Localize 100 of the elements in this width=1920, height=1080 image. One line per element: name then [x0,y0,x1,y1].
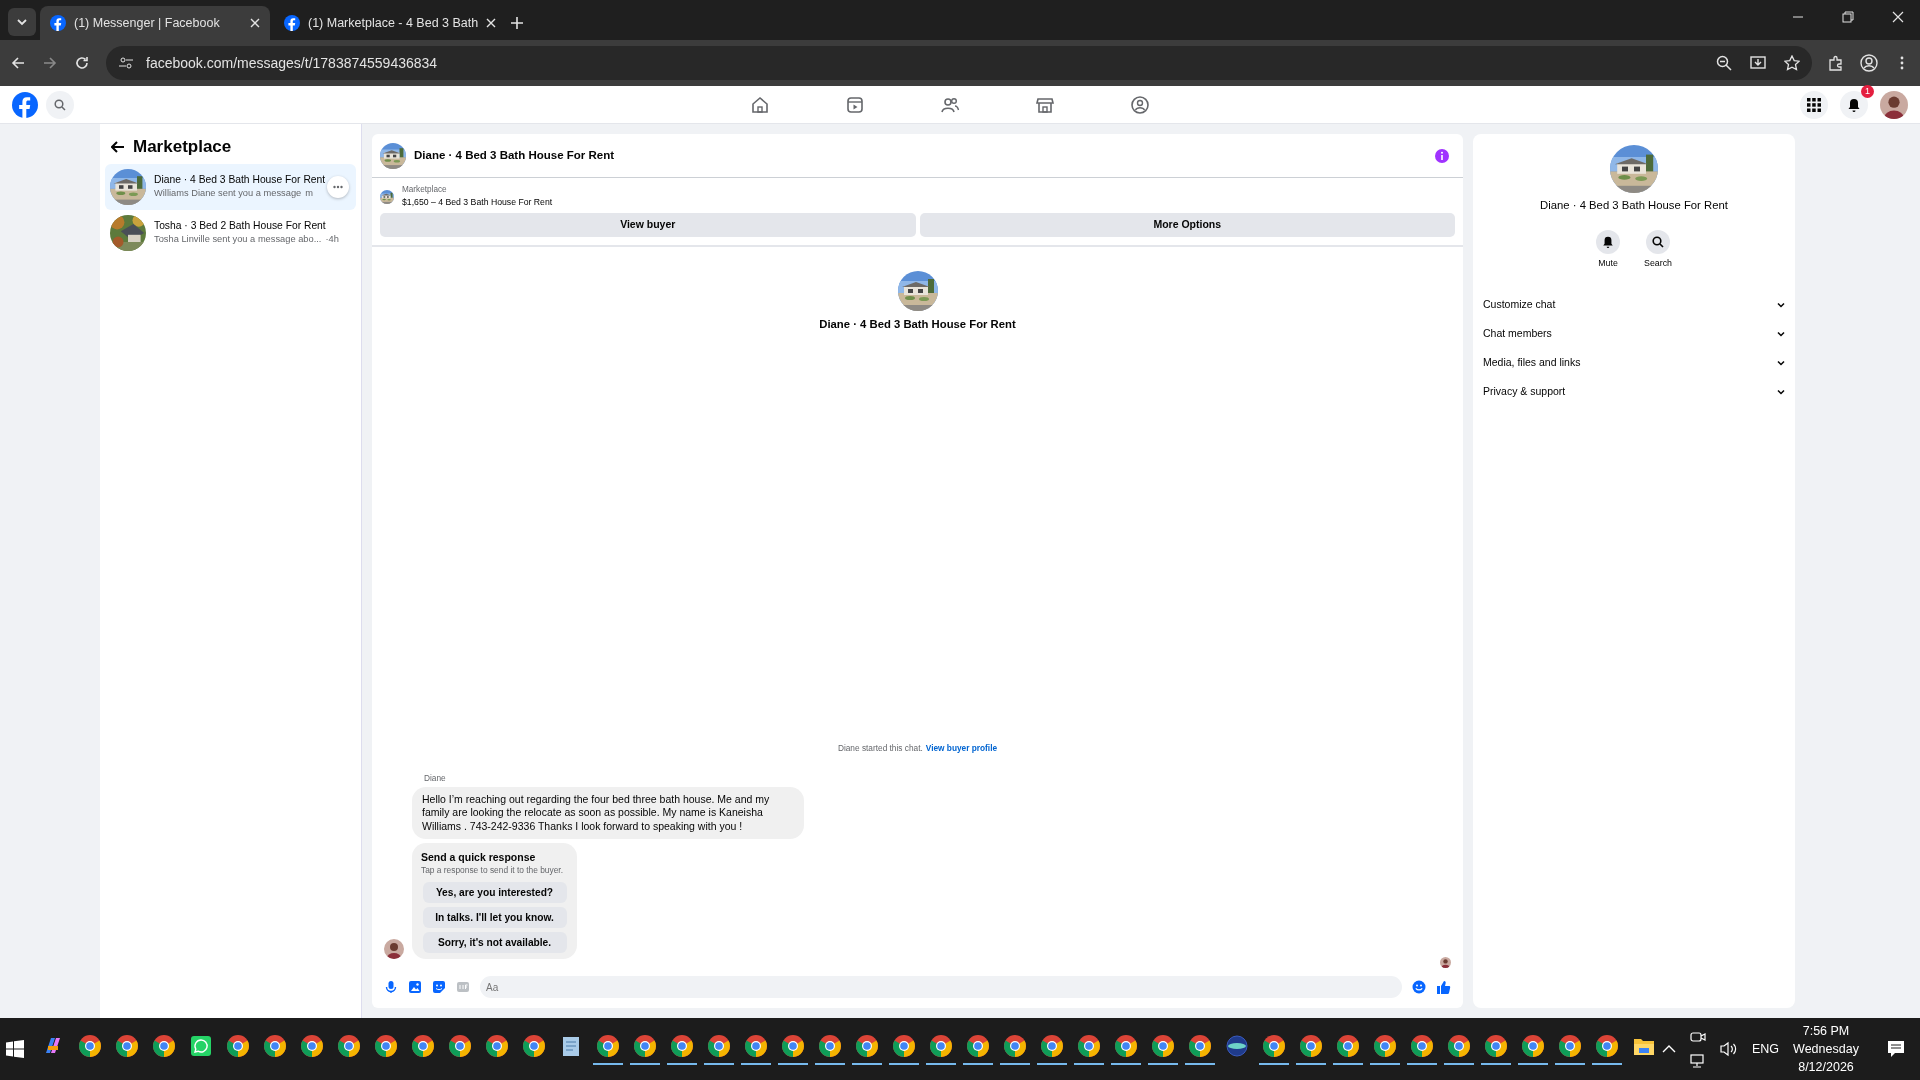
chrome-icon [410,1033,435,1058]
chrome-icon [1520,1033,1545,1058]
chrome-icon [262,1033,287,1058]
section-toggle[interactable]: Customize chat [1483,290,1785,320]
group-icon[interactable] [1130,94,1150,115]
chrome-icon [817,1033,842,1058]
seen-avatar [1440,957,1451,968]
emoji-icon[interactable] [1412,980,1426,994]
chrome-icon [114,1033,139,1058]
quick-response-title: Send a quick response [421,851,537,866]
home-icon[interactable] [750,94,770,115]
sender-name: Diane [424,772,447,785]
message-input[interactable]: Aa [480,976,1402,998]
message-time: ·4h [325,233,339,247]
chrome-icon [891,1033,916,1058]
chrome-icon [447,1033,472,1058]
more-icon [333,184,344,189]
chrome-icon [1483,1033,1508,1058]
chrome-icon [1335,1033,1360,1058]
search-icon [54,98,66,111]
close-icon[interactable] [486,18,497,28]
chrome-icon [1113,1033,1138,1058]
restore-icon[interactable] [1842,11,1854,23]
profile-icon[interactable] [1860,54,1878,72]
facebook-logo[interactable] [284,15,300,31]
apps-button[interactable] [1800,90,1828,119]
message-preview: Tosha Linville sent you a message abo... [154,233,322,247]
back-arrow-icon[interactable] [111,139,125,154]
section-toggle[interactable]: Media, files and links [1483,348,1785,378]
chrome-icon [373,1033,398,1058]
section-toggle[interactable]: Privacy & support [1483,377,1785,407]
close-icon[interactable] [1892,11,1904,23]
microphone-icon[interactable] [384,980,398,994]
star-icon[interactable] [1784,55,1800,71]
chrome-icon [780,1033,805,1058]
reload-icon[interactable] [74,55,90,71]
conversation-item[interactable]: Diane · 4 Bed 3 Bath House For Rent Williams Diane sent you a message m [105,163,356,210]
zoom-icon[interactable] [1716,55,1732,71]
chrome-icon [1076,1033,1101,1058]
volume-icon[interactable] [1720,1041,1738,1057]
plus-icon[interactable] [510,16,525,30]
search-button[interactable] [46,90,74,119]
url-text: facebook.com/messages/t/1783874559436834 [146,53,438,73]
close-icon[interactable] [250,18,260,28]
image-icon[interactable] [408,980,422,994]
video-icon[interactable] [845,94,865,115]
network-icon[interactable] [1690,1054,1706,1068]
thumbs-up-icon[interactable] [1436,979,1451,995]
bell-icon [1847,97,1861,112]
forward-icon[interactable] [42,55,58,71]
quick-reply-button[interactable]: Sorry, it's not available. [422,932,567,953]
facebook-logo[interactable] [50,15,66,31]
quick-reply-button[interactable]: Yes, are you interested? [422,882,567,903]
chat-name: Diane · 4 Bed 3 Bath House For Rent [819,317,1016,333]
chrome-icon [595,1033,620,1058]
language-indicator[interactable]: ENG [1752,1039,1780,1059]
globe-icon [1225,1034,1248,1057]
notifications-button[interactable] [1840,90,1868,119]
chrome-icon [1298,1033,1323,1058]
site-settings-icon[interactable] [118,55,134,71]
info-icon[interactable] [1435,148,1449,163]
grid-icon [1807,97,1821,112]
clock-day[interactable]: Wednesday [1793,1039,1859,1059]
chevron-up-icon[interactable] [1662,1044,1676,1054]
camera-icon[interactable] [1690,1030,1706,1044]
chrome-icon [928,1033,953,1058]
tab-search-button[interactable] [8,8,36,36]
back-icon[interactable] [10,55,26,71]
windows-icon [6,1040,24,1058]
chrome-icon [1409,1033,1434,1058]
more-options-button[interactable]: More Options [919,213,1455,238]
address-bar[interactable]: facebook.com/messages/t/1783874559436834 [106,46,1812,80]
chrome-icon [1187,1033,1212,1058]
system-note: Diane started this chat. [837,742,923,753]
chrome-icon [1446,1033,1471,1058]
buyer-profile-link[interactable]: View buyer profile [925,742,998,753]
quick-reply-button[interactable]: In talks. I'll let you know. [422,907,567,928]
chrome-icon [299,1033,324,1058]
conversation-item[interactable]: Tosha · 3 Bed 2 Bath House For Rent Tosha Linville sent you a message abo... ·4h [105,209,356,256]
view-buyer-button[interactable]: View buyer [380,213,916,238]
chrome-icon [521,1033,546,1058]
section-toggle[interactable]: Chat members [1483,319,1785,349]
clock-time[interactable]: 7:56 PM [1802,1021,1850,1040]
chevron-down-icon [16,16,28,28]
avatar [1880,90,1908,119]
chrome-icon [1150,1033,1175,1058]
quick-response-hint: Tap a response to send it to the buyer. [421,865,564,876]
install-icon[interactable] [1750,55,1766,71]
chat-name: Diane · 4 Bed 3 Bath House For Rent [1540,198,1728,213]
chat-title: Diane · 4 Bed 3 Bath House For Rent [414,147,614,163]
listing-label: Marketplace [402,184,448,196]
message-time: m [305,187,313,201]
browser-tab[interactable]: (1) Marketplace - 4 Bed 3 Bath [274,6,507,40]
sticker-icon[interactable] [432,980,446,994]
browser-tab[interactable]: (1) Messenger | Facebook [40,6,270,40]
message-preview: Williams Diane sent you a message [154,187,302,201]
extensions-icon[interactable] [1828,55,1844,71]
clock-date[interactable]: 8/12/2026 [1798,1058,1854,1077]
notification-center-icon[interactable] [1886,1040,1905,1059]
chrome-icon [225,1033,250,1058]
